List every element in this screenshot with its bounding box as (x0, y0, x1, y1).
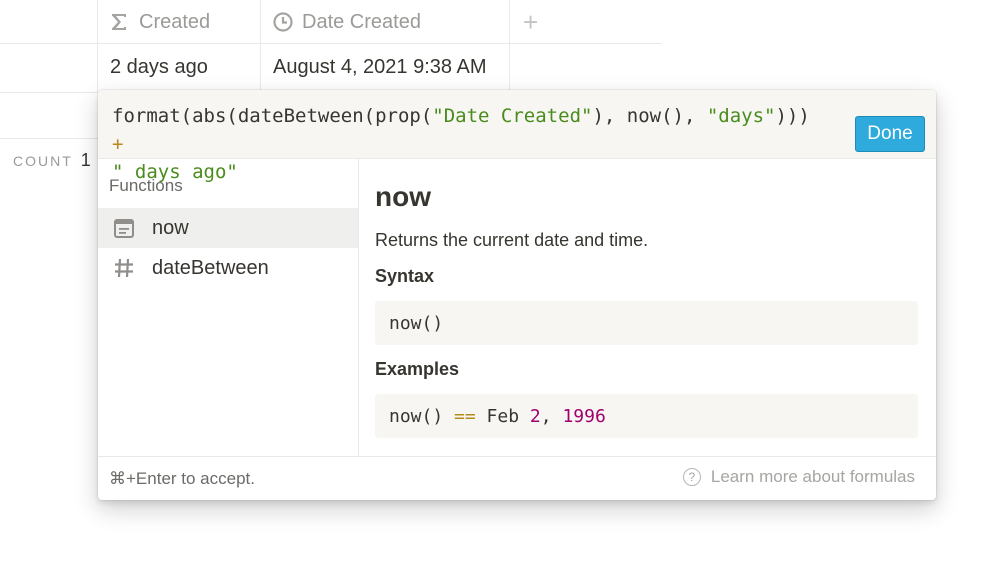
column-header-created[interactable]: Created (110, 0, 260, 44)
hash-icon (113, 257, 135, 279)
example-code: now() (389, 405, 455, 427)
cell-created[interactable]: 2 days ago (110, 44, 208, 90)
function-name: now (375, 181, 431, 212)
learn-more-label: Learn more about formulas (710, 467, 915, 486)
row-divider-2 (0, 138, 98, 139)
function-item-now[interactable]: now (98, 208, 358, 248)
example-code: , (540, 405, 563, 427)
syntax-title: Syntax (375, 266, 435, 286)
examples-title: Examples (375, 359, 460, 379)
plus-icon: + (523, 6, 539, 37)
formula-operator: + (112, 133, 124, 155)
calendar-icon (113, 217, 135, 239)
column-header-label: Created (139, 10, 211, 33)
column-divider (509, 0, 510, 92)
popup-footer: ⌘+Enter to accept. ? Learn more about fo… (98, 456, 936, 501)
function-item-datebetween[interactable]: dateBetween (98, 248, 358, 288)
column-header-date-created[interactable]: Date Created (273, 0, 509, 44)
syntax-code-block: now() (375, 301, 918, 345)
sigma-icon (110, 12, 128, 32)
column-header-label: Date Created (302, 10, 421, 33)
formula-code: ))) (775, 105, 822, 127)
count-label: COUNT (13, 153, 73, 169)
function-label: now (152, 216, 189, 239)
column-divider (260, 0, 261, 92)
formula-string: "Date Created" (432, 105, 593, 127)
formula-code: format(abs(dateBetween(prop( (112, 105, 433, 127)
row-divider (0, 92, 98, 93)
example-number: 2 (529, 405, 541, 427)
clock-icon (273, 12, 293, 32)
formula-editor-popup: format(abs(dateBetween(prop("Date Create… (98, 90, 936, 500)
help-icon: ? (682, 468, 701, 486)
example-code-block: now() == Feb 2, 1996 (375, 394, 918, 438)
formula-string: "days" (706, 105, 776, 127)
count-footer: COUNT 1 (13, 150, 91, 171)
column-divider (97, 0, 98, 92)
functions-sidebar: Functions now dateBetween (98, 159, 359, 456)
add-column-button[interactable]: + (523, 0, 545, 44)
formula-code: ), now(), (592, 105, 707, 127)
function-description: Returns the current date and time. (375, 230, 649, 250)
example-code: Feb (475, 405, 530, 427)
accept-hint: ⌘+Enter to accept. (109, 469, 255, 488)
formula-input-area: format(abs(dateBetween(prop("Date Create… (98, 90, 936, 183)
cell-date-created[interactable]: August 4, 2021 9:38 AM (273, 44, 487, 90)
example-number: 1996 (562, 405, 606, 427)
function-label: dateBetween (152, 256, 269, 279)
learn-more-link[interactable]: ? Learn more about formulas (682, 467, 915, 487)
functions-title: Functions (109, 176, 183, 195)
count-value: 1 (80, 150, 91, 170)
done-button[interactable]: Done (855, 116, 925, 152)
example-operator: == (454, 405, 476, 427)
